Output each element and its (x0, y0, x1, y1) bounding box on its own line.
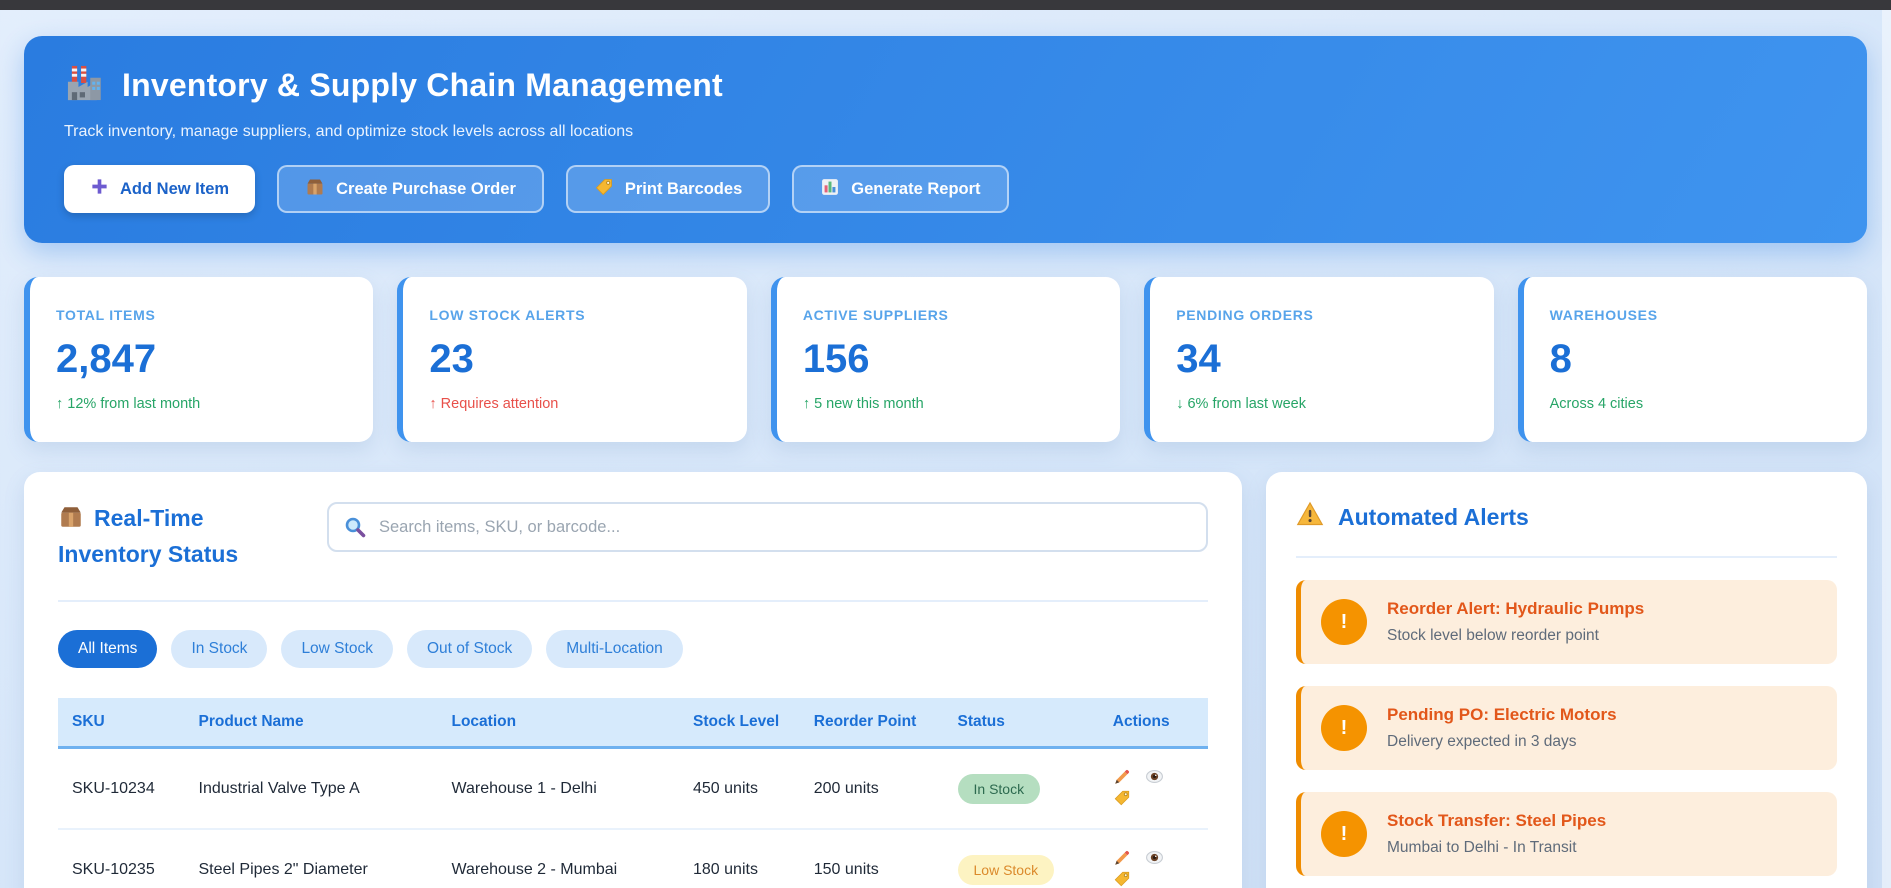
search-icon (343, 515, 367, 544)
column-header-status: Status (943, 698, 1099, 750)
stat-card-pending-orders: PENDING ORDERS 34 ↓ 6% from last week (1144, 277, 1494, 442)
divider (58, 600, 1208, 603)
stat-trend: ↑ Requires attention (429, 396, 559, 412)
filter-out-of-stock[interactable]: Out of Stock (406, 630, 533, 669)
stat-trend: ↑ 12% from last month (56, 396, 201, 412)
stat-label: LOW STOCK ALERTS (429, 307, 586, 323)
stat-label: ACTIVE SUPPLIERS (802, 307, 949, 323)
add-new-item-button[interactable]: Add New Item (64, 165, 256, 213)
package-icon (305, 177, 325, 202)
label-tag-icon[interactable] (1113, 789, 1131, 810)
alerts-panel-title: Automated Alerts (1296, 500, 1837, 534)
inventory-table: SKU Product Name Location Stock Level Re… (58, 698, 1208, 888)
sku-cell: SKU-10235 (58, 829, 185, 888)
alert-title: Reorder Alert: Hydraulic Pumps (1387, 599, 1645, 618)
factory-icon (64, 62, 106, 109)
divider (1296, 556, 1837, 558)
stat-label: TOTAL ITEMS (56, 307, 156, 323)
stock-cell: 450 units (679, 747, 800, 831)
stat-value: 8 (1549, 337, 1572, 381)
actions-cell (1098, 829, 1208, 888)
actions-cell (1098, 747, 1208, 831)
stat-trend: ↓ 6% from last week (1176, 396, 1306, 412)
column-header-product-name: Product Name (184, 698, 438, 750)
product-cell: Steel Pipes 2" Diameter (184, 829, 438, 888)
stat-card-low-stock-alerts: LOW STOCK ALERTS 23 ↑ Requires attention (397, 277, 747, 442)
view-eye-icon[interactable] (1145, 848, 1164, 870)
stat-label: PENDING ORDERS (1176, 307, 1314, 323)
view-eye-icon[interactable] (1145, 767, 1164, 789)
tag-icon (594, 177, 614, 202)
chart-icon (820, 177, 840, 202)
filter-multi-location[interactable]: Multi-Location (546, 630, 683, 669)
column-header-location: Location (437, 698, 679, 750)
alert-subtitle: Stock level below reorder point (1387, 627, 1599, 644)
stat-trend: Across 4 cities (1549, 396, 1644, 412)
inventory-filters: All Items In Stock Low Stock Out of Stoc… (58, 630, 1208, 669)
top-bar (0, 0, 1891, 10)
hero-actions: Add New Item Create Purchase Order Print… (64, 165, 1827, 213)
label-tag-icon[interactable] (1113, 870, 1131, 888)
alert-item: ! Reorder Alert: Hydraulic Pumps Stock l… (1296, 580, 1837, 664)
alert-exclamation-icon: ! (1321, 811, 1367, 857)
table-row: SKU-10235 Steel Pipes 2" Diameter Wareho… (58, 829, 1208, 888)
inventory-panel-title: Real-Time Inventory Status (58, 504, 239, 568)
hero-card: Inventory & Supply Chain Management Trac… (24, 36, 1867, 243)
stat-value: 34 (1176, 337, 1221, 381)
stat-value: 23 (429, 337, 474, 381)
alert-subtitle: Mumbai to Delhi - In Transit (1387, 839, 1577, 856)
filter-low-stock[interactable]: Low Stock (281, 630, 393, 669)
stat-value: 2,847 (56, 337, 157, 381)
inventory-panel: Real-Time Inventory Status All Items In … (24, 472, 1242, 888)
alert-exclamation-icon: ! (1321, 599, 1367, 645)
print-barcodes-button[interactable]: Print Barcodes (565, 165, 771, 213)
stat-value: 156 (802, 337, 870, 381)
column-header-reorder-point: Reorder Point (799, 698, 944, 750)
status-badge: In Stock (957, 773, 1041, 804)
alert-item: ! Pending PO: Electric Motors Delivery e… (1296, 686, 1837, 770)
table-row: SKU-10234 Industrial Valve Type A Wareho… (58, 747, 1208, 831)
plus-icon (90, 177, 109, 201)
location-cell: Warehouse 1 - Delhi (437, 747, 679, 831)
filter-all-items[interactable]: All Items (58, 630, 158, 669)
status-badge: Low Stock (957, 854, 1055, 885)
stat-label: WAREHOUSES (1549, 307, 1658, 323)
scrollbar[interactable] (1882, 10, 1891, 888)
column-header-sku: SKU (58, 698, 185, 750)
alert-title: Pending PO: Electric Motors (1387, 705, 1617, 724)
create-purchase-order-button[interactable]: Create Purchase Order (277, 165, 544, 213)
stat-card-warehouses: WAREHOUSES 8 Across 4 cities (1517, 277, 1868, 442)
column-header-actions: Actions (1098, 698, 1208, 750)
package-icon (58, 504, 84, 538)
page-subtitle: Track inventory, manage suppliers, and o… (64, 123, 634, 140)
alerts-panel: Automated Alerts ! Reorder Alert: Hydrau… (1266, 472, 1867, 888)
stat-cards-row: TOTAL ITEMS 2,847 ↑ 12% from last month … (24, 277, 1868, 442)
edit-pencil-icon[interactable] (1113, 849, 1131, 870)
alert-item: ! Stock Transfer: Steel Pipes Mumbai to … (1296, 792, 1837, 876)
warning-icon (1296, 500, 1324, 534)
reorder-cell: 150 units (799, 829, 944, 888)
search-input[interactable] (327, 502, 1208, 552)
edit-pencil-icon[interactable] (1113, 768, 1131, 789)
reorder-cell: 200 units (799, 747, 944, 831)
stat-card-active-suppliers: ACTIVE SUPPLIERS 156 ↑ 5 new this month (770, 277, 1121, 442)
page: Inventory & Supply Chain Management Trac… (0, 10, 1891, 888)
page-title: Inventory & Supply Chain Management (122, 67, 723, 103)
alert-title: Stock Transfer: Steel Pipes (1387, 811, 1607, 830)
stat-trend: ↑ 5 new this month (802, 396, 924, 412)
column-header-stock-level: Stock Level (679, 698, 800, 750)
alert-subtitle: Delivery expected in 3 days (1387, 733, 1577, 750)
table-header-row: SKU Product Name Location Stock Level Re… (58, 698, 1208, 750)
product-cell: Industrial Valve Type A (184, 747, 438, 831)
sku-cell: SKU-10234 (58, 747, 185, 831)
filter-in-stock[interactable]: In Stock (171, 630, 268, 669)
location-cell: Warehouse 2 - Mumbai (437, 829, 679, 888)
stat-card-total-items: TOTAL ITEMS 2,847 ↑ 12% from last month (24, 277, 374, 442)
generate-report-button[interactable]: Generate Report (792, 165, 1009, 213)
stock-cell: 180 units (679, 829, 800, 888)
alert-exclamation-icon: ! (1321, 705, 1367, 751)
